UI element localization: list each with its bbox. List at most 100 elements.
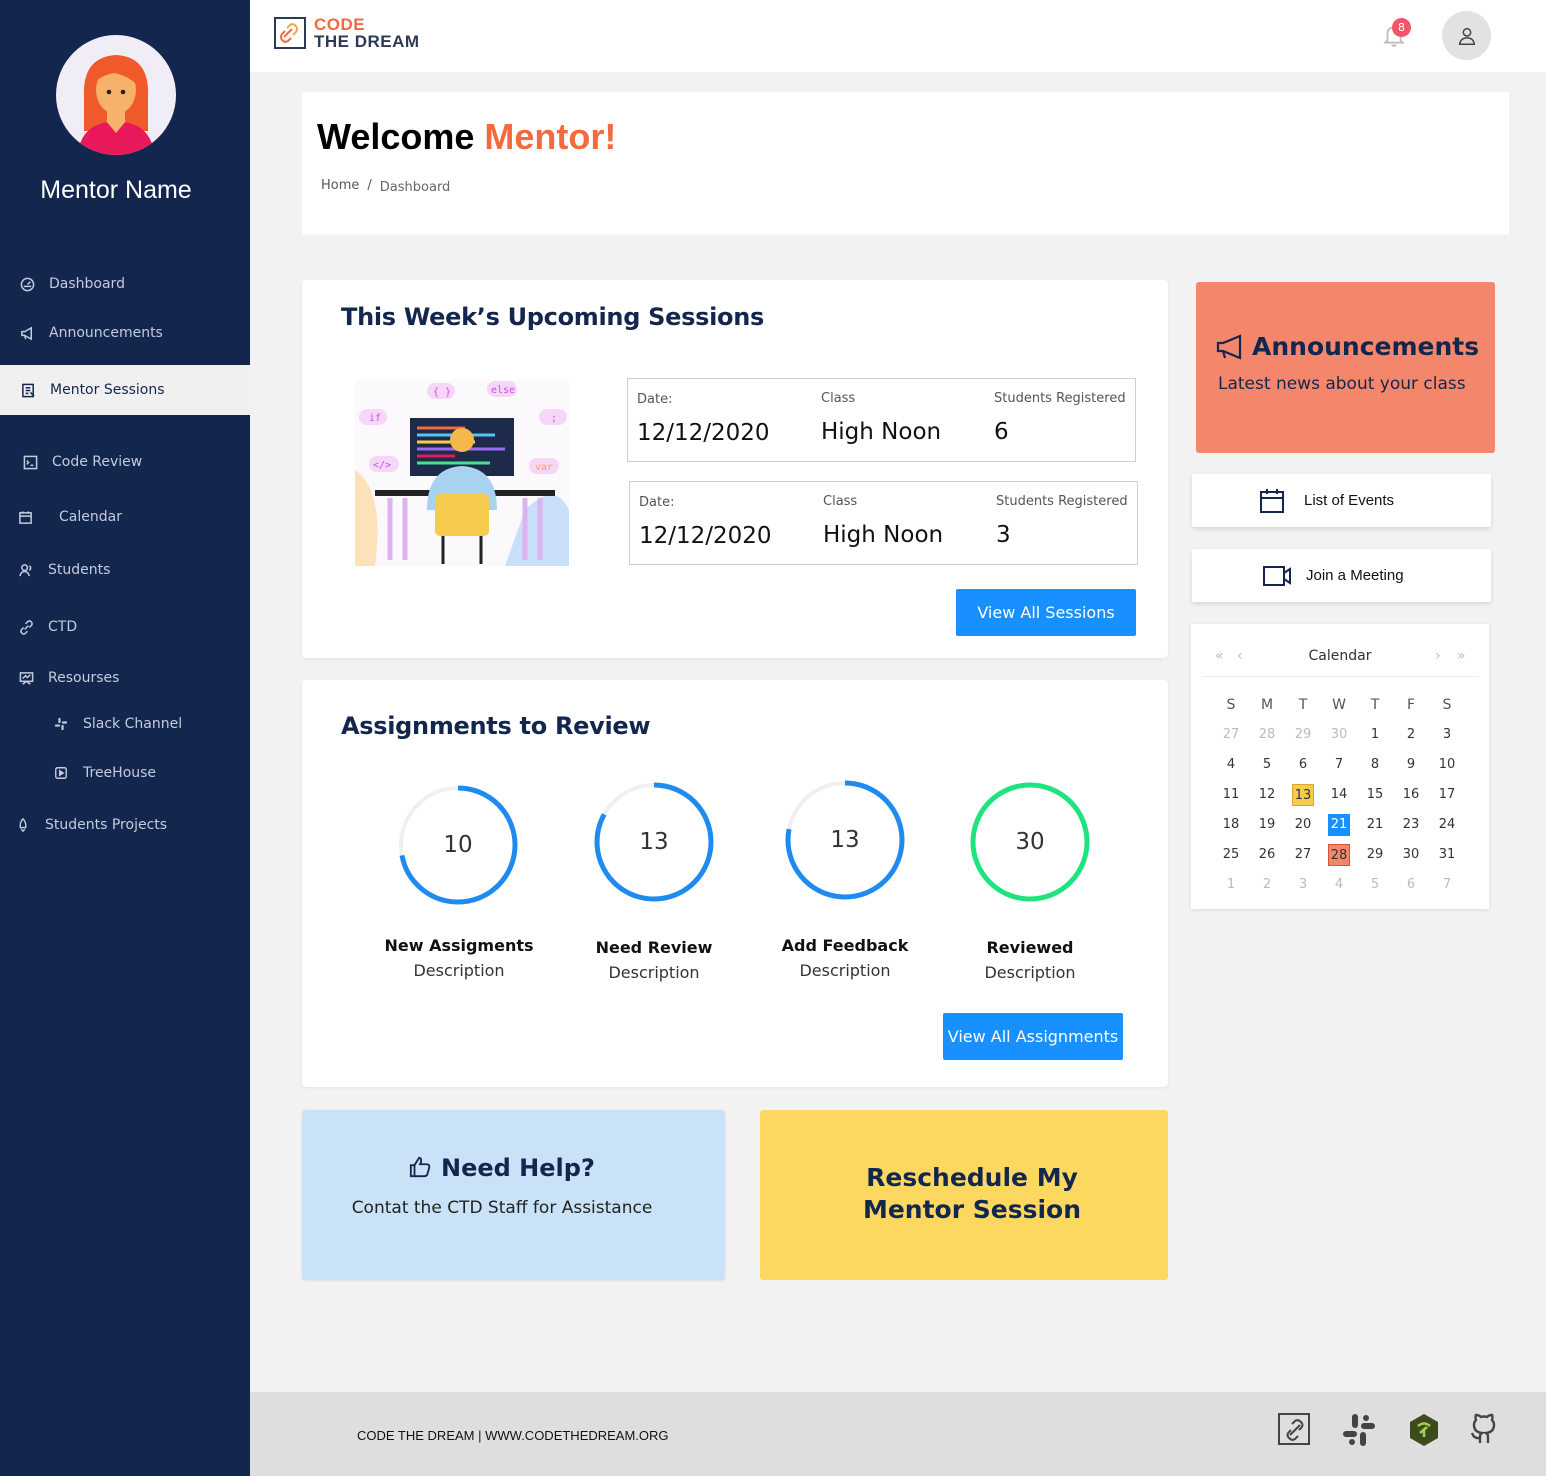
calendar-day[interactable]: 28 (1321, 844, 1357, 866)
calendar-day[interactable]: 14 (1321, 784, 1357, 806)
calendar-day[interactable]: 18 (1213, 814, 1249, 836)
join-meeting-button[interactable]: Join a Meeting (1192, 549, 1491, 602)
calendar-grid: S M T W T F S 27 28 29 30 1 2 3 4 5 6 7 8 9 10 11 12 13 14 15 16 17… (1213, 690, 1487, 900)
sidebar-item-treehouse[interactable]: TreeHouse (0, 755, 250, 791)
sidebar-item-label: Slack Channel (83, 716, 183, 732)
calendar-day[interactable]: 8 (1357, 754, 1393, 776)
calendar-day[interactable]: 2 (1249, 874, 1285, 896)
rocket-icon (15, 817, 31, 833)
calendar-day[interactable]: 30 (1321, 724, 1357, 746)
calendar-day[interactable]: 24 (1429, 814, 1465, 836)
calendar-day[interactable]: 3 (1429, 724, 1465, 746)
calendar-day[interactable]: 5 (1357, 874, 1393, 896)
sidebar-item-announcements[interactable]: Announcements (0, 315, 250, 351)
weekday-label: T (1370, 697, 1380, 713)
calendar-day[interactable]: 25 (1213, 844, 1249, 866)
avatar[interactable] (56, 35, 176, 155)
calendar-day[interactable]: 17 (1429, 784, 1465, 806)
calendar-day[interactable]: 6 (1285, 754, 1321, 776)
user-menu-button[interactable] (1442, 11, 1491, 60)
calendar-day[interactable]: 15 (1357, 784, 1393, 806)
sidebar-item-students[interactable]: Students (0, 552, 250, 588)
calendar-day[interactable]: 7 (1429, 874, 1465, 896)
need-help-card[interactable]: Need Help? Contat the CTD Staff for Assi… (302, 1110, 725, 1280)
calendar-icon (1260, 488, 1284, 513)
weekday-label: S (1442, 697, 1452, 713)
ctd-link-icon[interactable] (1277, 1412, 1313, 1448)
ring-title: Add Feedback (781, 936, 909, 955)
calendar-day[interactable]: 20 (1285, 814, 1321, 836)
calendar-day[interactable]: 10 (1429, 754, 1465, 776)
ring-title: Reviewed (986, 938, 1074, 957)
assignments-card: Assignments to Review 10 New Assigments … (302, 680, 1168, 1087)
calendar-day[interactable]: 1 (1357, 724, 1393, 746)
view-all-assignments-button[interactable]: View All Assignments (943, 1013, 1123, 1060)
calendar-day[interactable]: 29 (1285, 724, 1321, 746)
sidebar-item-resourses[interactable]: Resourses (0, 660, 250, 696)
announcements-card[interactable]: Announcements Latest news about your cla… (1196, 282, 1495, 453)
treehouse-icon[interactable] (1406, 1412, 1442, 1448)
calendar-day[interactable]: 2 (1393, 724, 1429, 746)
calendar-day[interactable]: 7 (1321, 754, 1357, 776)
next-year-button[interactable]: » (1457, 648, 1466, 664)
sidebar-item-calendar[interactable]: Calendar (0, 499, 250, 535)
ring-title: New Assigments (384, 936, 534, 955)
session-row[interactable]: Date: 12/12/2020 Class High Noon Student… (627, 378, 1136, 462)
sidebar-item-slack-channel[interactable]: Slack Channel (0, 706, 250, 742)
sidebar-item-label: Students Projects (45, 817, 168, 833)
calendar-day[interactable]: 27 (1213, 724, 1249, 746)
sidebar: Mentor Name Dashboard Announcements Ment… (0, 0, 250, 1476)
page-title: Welcome Mentor! (317, 116, 617, 157)
calendar-day[interactable]: 30 (1393, 844, 1429, 866)
logo[interactable]: CODE THE DREAM (274, 16, 420, 50)
need-review-ring[interactable]: 13 (592, 780, 716, 904)
list-of-events-button[interactable]: List of Events (1192, 474, 1491, 527)
calendar-day[interactable]: 4 (1321, 874, 1357, 896)
sidebar-item-ctd[interactable]: CTD (0, 609, 250, 645)
calendar-day[interactable]: 11 (1213, 784, 1249, 806)
slack-icon[interactable] (1341, 1412, 1377, 1448)
sidebar-item-students-projects[interactable]: Students Projects (0, 807, 250, 843)
session-row[interactable]: Date: 12/12/2020 Class High Noon Student… (629, 481, 1138, 565)
breadcrumb: Home / Dashboard (321, 178, 451, 195)
new-assignments-ring[interactable]: 10 (396, 783, 520, 907)
calendar-day[interactable]: 3 (1285, 874, 1321, 896)
calendar-day[interactable]: 6 (1393, 874, 1429, 896)
calendar-day[interactable]: 23 (1393, 814, 1429, 836)
calendar-day[interactable]: 1 (1213, 874, 1249, 896)
calendar-day[interactable]: 31 (1429, 844, 1465, 866)
calendar-day[interactable]: 27 (1285, 844, 1321, 866)
breadcrumb-home[interactable]: Home (321, 178, 359, 193)
session-class: High Noon (823, 522, 944, 548)
upcoming-sessions-card: This Week’s Upcoming Sessions { } else i… (302, 280, 1168, 658)
calendar-day[interactable]: 16 (1393, 784, 1429, 806)
top-bar: CODE THE DREAM 8 (250, 0, 1546, 72)
footer: CODE THE DREAM | WWW.CODETHEDREAM.ORG (250, 1392, 1546, 1476)
calendar-day[interactable]: 26 (1249, 844, 1285, 866)
calendar-day[interactable]: 5 (1249, 754, 1285, 776)
calendar-day[interactable]: 12 (1249, 784, 1285, 806)
view-all-sessions-button[interactable]: View All Sessions (956, 589, 1136, 636)
calendar-day[interactable]: 13 (1285, 784, 1321, 806)
calendar-day[interactable]: 28 (1249, 724, 1285, 746)
sidebar-item-dashboard[interactable]: Dashboard (0, 266, 250, 302)
reviewed-ring[interactable]: 30 (968, 780, 1092, 904)
reschedule-session-button[interactable]: Reschedule My Mentor Session (760, 1110, 1168, 1280)
next-month-button[interactable]: › (1435, 648, 1441, 664)
assignments-title: Assignments to Review (341, 712, 651, 740)
calendar-day[interactable]: 4 (1213, 754, 1249, 776)
link-icon (18, 619, 34, 635)
sidebar-item-code-review[interactable]: Code Review (0, 444, 250, 480)
mini-calendar: « ‹ Calendar › » S M T W T F S 27 28 29 30 1 2 3 4 5 6 7 8… (1191, 624, 1489, 909)
calendar-day[interactable]: 29 (1357, 844, 1393, 866)
session-date: 12/12/2020 (637, 420, 770, 446)
calendar-day[interactable]: 9 (1393, 754, 1429, 776)
sidebar-item-mentor-sessions[interactable]: Mentor Sessions (0, 365, 250, 415)
github-icon[interactable] (1466, 1412, 1502, 1448)
add-feedback-ring[interactable]: 13 (783, 778, 907, 902)
calendar-day[interactable]: 19 (1249, 814, 1285, 836)
sidebar-item-label: Dashboard (49, 276, 125, 292)
sidebar-item-label: Announcements (49, 325, 163, 341)
calendar-day[interactable]: 21 (1321, 814, 1357, 836)
calendar-day[interactable]: 21 (1357, 814, 1393, 836)
